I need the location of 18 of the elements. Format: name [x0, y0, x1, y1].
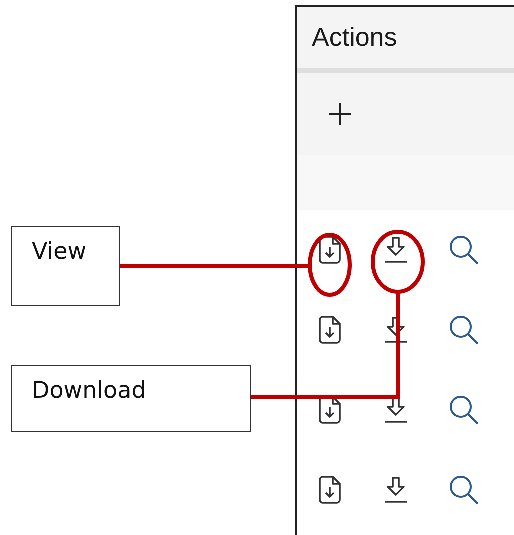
download-icon[interactable] — [384, 236, 408, 264]
download-icon[interactable] — [384, 476, 408, 504]
search-icon[interactable] — [449, 235, 479, 265]
file-download-icon[interactable] — [319, 316, 341, 344]
highlight-ring — [371, 230, 425, 294]
plus-icon[interactable] — [327, 101, 353, 127]
download-icon[interactable] — [384, 316, 408, 344]
download-icon[interactable] — [384, 396, 408, 424]
callout-label: Download — [11, 365, 251, 432]
callout-label: View — [11, 226, 120, 306]
search-icon[interactable] — [449, 475, 479, 505]
file-download-icon[interactable] — [319, 396, 341, 424]
highlight-ring — [308, 233, 352, 297]
search-icon[interactable] — [449, 395, 479, 425]
file-download-icon[interactable] — [319, 236, 341, 264]
search-icon[interactable] — [449, 315, 479, 345]
file-download-icon[interactable] — [319, 476, 341, 504]
panel-title: Actions — [312, 22, 398, 53]
